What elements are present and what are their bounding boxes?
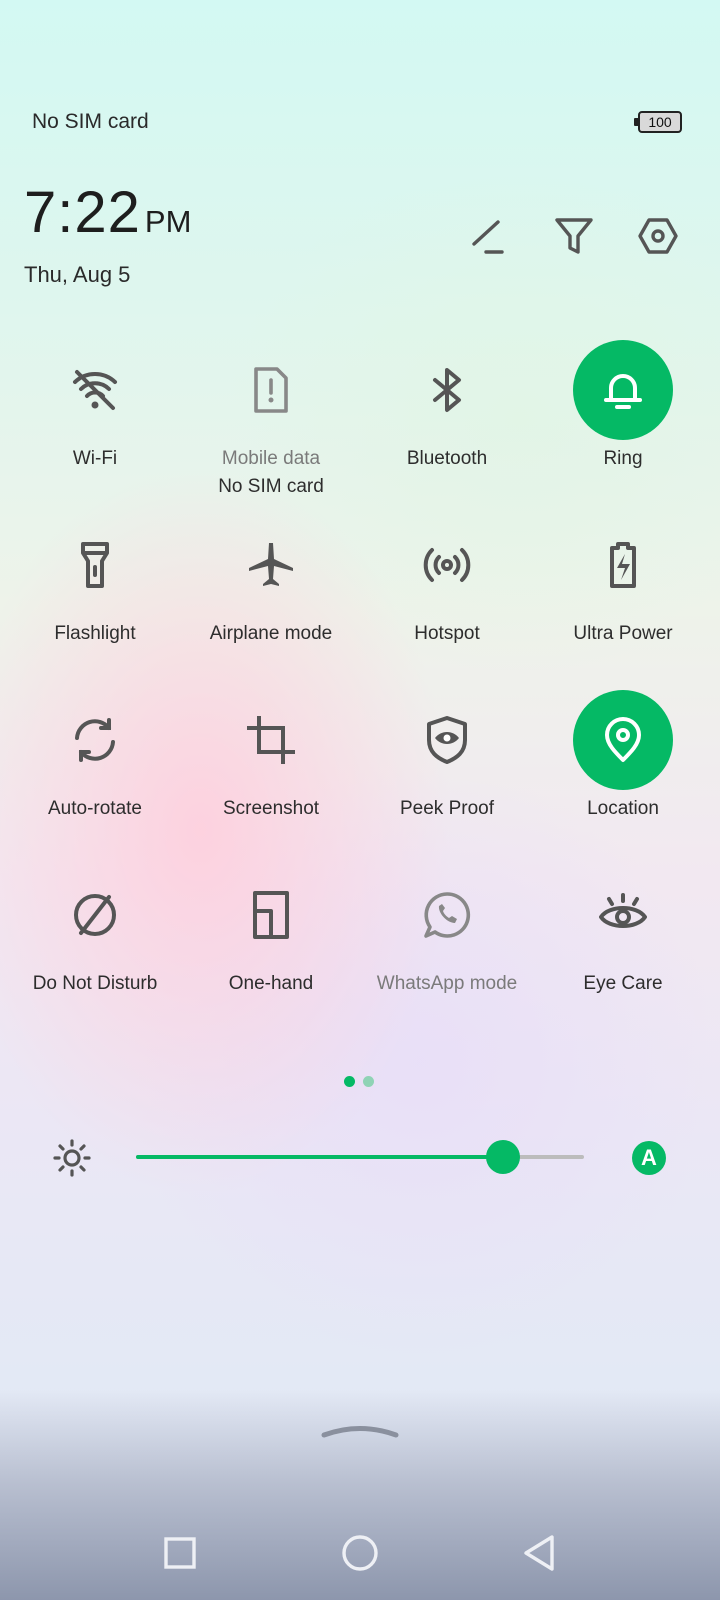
airplane-icon <box>221 515 321 615</box>
brightness-slider[interactable] <box>136 1140 584 1174</box>
tile-label: Airplane mode <box>209 623 333 644</box>
tile-ring[interactable]: Ring <box>535 340 711 470</box>
expand-handle[interactable] <box>320 1420 400 1440</box>
battery-bolt-icon <box>573 515 673 615</box>
carrier-status: No SIM card <box>32 110 149 133</box>
tile-flashlight[interactable]: Flashlight <box>7 515 183 645</box>
settings-icon[interactable] <box>636 214 680 258</box>
tile-mobile-data[interactable]: Mobile data No SIM card <box>183 340 359 498</box>
clock-time: 7:22 <box>24 180 141 245</box>
tile-label: Do Not Disturb <box>32 973 158 994</box>
one-hand-icon <box>221 865 321 965</box>
tile-auto-rotate[interactable]: Auto-rotate <box>7 690 183 820</box>
rotate-icon <box>45 690 145 790</box>
tile-label: Ultra Power <box>573 623 673 644</box>
navigation-bar <box>0 1505 720 1600</box>
eye-icon <box>573 865 673 965</box>
tile-peek-proof[interactable]: Peek Proof <box>359 690 535 820</box>
brightness-icon <box>52 1138 92 1178</box>
tile-label: Screenshot <box>222 798 320 819</box>
recents-square-icon[interactable] <box>160 1533 200 1573</box>
tile-do-not-disturb[interactable]: Do Not Disturb <box>7 865 183 995</box>
clock-ampm: PM <box>144 204 192 239</box>
tile-location[interactable]: Location <box>535 690 711 820</box>
tile-whatsapp-mode[interactable]: WhatsApp mode <box>359 865 535 995</box>
tile-label: Location <box>587 798 659 819</box>
peek-proof-icon <box>397 690 497 790</box>
tile-sublabel: No SIM card <box>218 476 324 497</box>
tile-label: Wi-Fi <box>72 448 118 469</box>
battery-icon: 100 <box>634 111 682 133</box>
tile-label: Flashlight <box>54 623 136 644</box>
date[interactable]: Thu, Aug 5 <box>24 262 130 288</box>
home-circle-icon[interactable] <box>340 1533 380 1573</box>
hotspot-icon <box>397 515 497 615</box>
tile-screenshot[interactable]: Screenshot <box>183 690 359 820</box>
tile-airplane[interactable]: Airplane mode <box>183 515 359 645</box>
tile-label: Mobile data <box>221 448 321 469</box>
page-dot-active <box>344 1076 355 1087</box>
brightness-thumb[interactable] <box>486 1140 521 1174</box>
flashlight-icon <box>45 515 145 615</box>
crop-icon <box>221 690 321 790</box>
tile-label: WhatsApp mode <box>376 973 518 994</box>
tile-label: Eye Care <box>583 973 663 994</box>
do-not-disturb-icon <box>45 865 145 965</box>
tile-label: Peek Proof <box>400 798 494 819</box>
auto-brightness-button[interactable]: A <box>632 1141 666 1175</box>
wifi-icon <box>45 340 145 440</box>
tile-wifi[interactable]: Wi-Fi <box>7 340 183 470</box>
bluetooth-icon <box>397 340 497 440</box>
tile-eye-care[interactable]: Eye Care <box>535 865 711 995</box>
tile-hotspot[interactable]: Hotspot <box>359 515 535 645</box>
filter-icon[interactable] <box>552 214 596 258</box>
tile-bluetooth[interactable]: Bluetooth <box>359 340 535 470</box>
tile-label: Auto-rotate <box>48 798 142 819</box>
tile-label: One-hand <box>228 973 314 994</box>
brightness-fill <box>136 1155 504 1159</box>
tile-one-hand[interactable]: One-hand <box>183 865 359 995</box>
tile-label: Hotspot <box>414 623 480 644</box>
mobile-data-icon <box>221 340 321 440</box>
back-triangle-icon[interactable] <box>520 1533 560 1573</box>
bell-icon <box>573 340 673 440</box>
location-pin-icon <box>573 690 673 790</box>
clock[interactable]: 7:22 PM <box>24 184 191 242</box>
page-indicator[interactable] <box>344 1076 374 1087</box>
page-dot <box>363 1076 374 1087</box>
whatsapp-icon <box>397 865 497 965</box>
tile-label: Ring <box>603 448 643 469</box>
edit-icon[interactable] <box>468 214 512 258</box>
tile-ultra-power[interactable]: Ultra Power <box>535 515 711 645</box>
tile-label: Bluetooth <box>406 448 488 469</box>
